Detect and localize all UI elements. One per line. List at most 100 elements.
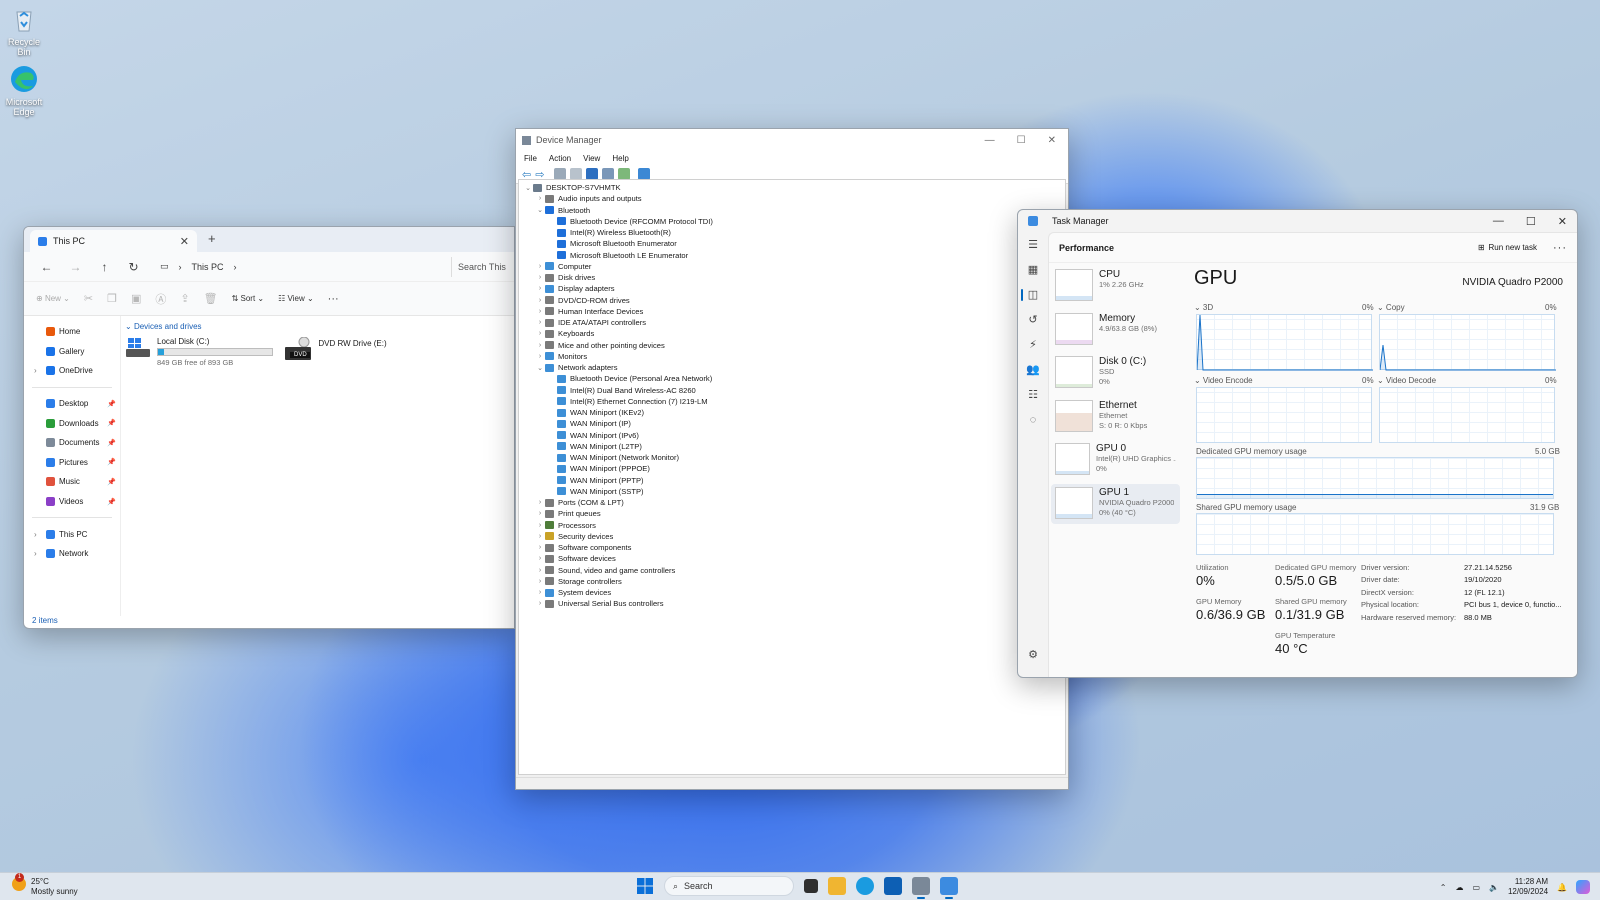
network-icon[interactable]: ▭ (1472, 883, 1480, 892)
minimize-icon[interactable]: — (985, 135, 995, 146)
task-manager-taskbar-icon[interactable] (940, 877, 958, 899)
chevron-down-icon[interactable]: ⌄ (535, 206, 545, 214)
breadcrumb-this-pc[interactable]: This PC (192, 262, 224, 272)
view-button[interactable]: ☷ View ⌄ (278, 294, 314, 303)
resource-item-ethernet[interactable]: Ethernet Ethernet S: 0 R: 0 Kbps (1051, 397, 1180, 437)
app-history-icon[interactable]: ↺ (1018, 307, 1048, 332)
chevron-right-icon[interactable]: › (535, 589, 545, 596)
device-category[interactable]: › System devices (519, 587, 1065, 598)
taskbar-search[interactable]: ⌕ Search (664, 876, 794, 896)
device-category[interactable]: ⌄ Network adapters (519, 362, 1065, 373)
device-item[interactable]: WAN Miniport (SSTP) (519, 486, 1065, 497)
sidebar-item-network[interactable]: › Network (24, 544, 120, 564)
more-options-button[interactable]: ··· (328, 293, 339, 305)
engine-label[interactable]: ⌄ Video Encode (1194, 376, 1253, 385)
chevron-right-icon[interactable]: › (535, 319, 545, 326)
back-arrow-icon[interactable]: ← (32, 260, 61, 274)
device-item[interactable]: Microsoft Bluetooth Enumerator (519, 238, 1065, 249)
chevron-right-icon[interactable]: › (535, 353, 545, 360)
new-tab-button[interactable]: + (208, 231, 216, 246)
resource-item-gpu-1[interactable]: GPU 1 NVIDIA Quadro P2000 0% (40 °C) (1051, 483, 1180, 524)
resource-item-disk-0-c-[interactable]: Disk 0 (C:) SSD 0% (1051, 353, 1180, 393)
engine-label[interactable]: ⌄ 3D (1194, 303, 1213, 312)
device-category[interactable]: › Human Interface Devices (519, 306, 1065, 317)
device-category[interactable]: › Computer (519, 261, 1065, 272)
sidebar-item-downloads[interactable]: Downloads 📌 (24, 413, 120, 433)
edge-taskbar-icon[interactable] (856, 877, 874, 895)
clock[interactable]: 11:28 AM 12/09/2024 (1508, 877, 1548, 897)
device-category[interactable]: › Audio inputs and outputs (519, 193, 1065, 204)
device-item[interactable]: WAN Miniport (IP) (519, 418, 1065, 429)
rename-icon[interactable]: Ⓐ (155, 291, 166, 307)
maximize-icon[interactable]: ☐ (1017, 135, 1026, 146)
new-button[interactable]: ⊕ New ⌄ (36, 294, 70, 303)
run-new-task-button[interactable]: ⊞ Run new task (1478, 243, 1537, 252)
chevron-right-icon[interactable]: › (535, 285, 545, 292)
menu-help[interactable]: Help (612, 154, 628, 163)
delete-icon[interactable]: 🗑 (204, 292, 218, 305)
menu-action[interactable]: Action (549, 154, 571, 163)
device-category[interactable]: › Ports (COM & LPT) (519, 497, 1065, 508)
group-header[interactable]: ⌄ Devices and drives (125, 322, 510, 331)
device-item[interactable]: WAN Miniport (IKEv2) (519, 407, 1065, 418)
forward-arrow-icon[interactable]: → (61, 260, 90, 274)
settings-icon[interactable]: ⚙ (1018, 642, 1048, 667)
device-item[interactable]: Intel(R) Ethernet Connection (7) I219-LM (519, 396, 1065, 407)
engine-label[interactable]: ⌄ Copy (1377, 303, 1405, 312)
weather-widget[interactable]: 1 25°C Mostly sunny (12, 873, 78, 897)
up-arrow-icon[interactable]: ↑ (90, 260, 119, 274)
device-item[interactable]: Intel(R) Wireless Bluetooth(R) (519, 227, 1065, 238)
device-item[interactable]: Bluetooth Device (Personal Area Network) (519, 373, 1065, 384)
device-item[interactable]: Microsoft Bluetooth LE Enumerator (519, 250, 1065, 261)
menu-file[interactable]: File (524, 154, 537, 163)
chevron-right-icon[interactable]: › (535, 578, 545, 585)
device-category[interactable]: › Print queues (519, 508, 1065, 519)
device-category[interactable]: › Security devices (519, 531, 1065, 542)
device-item[interactable]: WAN Miniport (PPTP) (519, 475, 1065, 486)
sidebar-item-documents[interactable]: Documents 📌 (24, 433, 120, 453)
resource-item-memory[interactable]: Memory 4.9/63.8 GB (8%) (1051, 310, 1180, 350)
device-manager-taskbar-icon[interactable] (912, 877, 930, 899)
device-item[interactable]: WAN Miniport (IPv6) (519, 430, 1065, 441)
chevron-up-icon[interactable]: ⌃ (1440, 883, 1447, 892)
close-icon[interactable]: ✕ (1048, 135, 1056, 146)
device-item[interactable]: WAN Miniport (L2TP) (519, 441, 1065, 452)
file-explorer-icon[interactable] (828, 877, 846, 895)
device-category[interactable]: ⌄ Bluetooth (519, 205, 1065, 216)
sidebar-item-gallery[interactable]: Gallery (24, 342, 120, 362)
device-category[interactable]: › Universal Serial Bus controllers (519, 598, 1065, 609)
chevron-right-icon[interactable]: › (535, 567, 545, 574)
chevron-right-icon[interactable]: › (535, 195, 545, 202)
search-input[interactable]: Search This PC (451, 256, 506, 277)
device-category[interactable]: › Keyboards (519, 328, 1065, 339)
engine-label[interactable]: ⌄ Video Decode (1377, 376, 1436, 385)
copilot-icon[interactable] (1576, 880, 1590, 894)
task-view-icon[interactable] (804, 879, 818, 893)
breadcrumb[interactable]: ▭ › This PC › (160, 261, 237, 272)
device-category[interactable]: › Display adapters (519, 283, 1065, 294)
sidebar-item-home[interactable]: Home (24, 322, 120, 342)
chevron-right-icon[interactable]: › (535, 600, 545, 607)
copy-icon[interactable]: ❐ (107, 292, 117, 305)
chevron-down-icon[interactable]: ⌄ (523, 184, 533, 192)
notification-bell-icon[interactable]: 🔔 (1557, 883, 1567, 892)
processes-icon[interactable]: ▦ (1018, 257, 1048, 282)
resource-item-cpu[interactable]: CPU 1% 2.26 GHz (1051, 266, 1180, 306)
computer-root[interactable]: ⌄ DESKTOP-S7VHMTK (519, 182, 1065, 193)
chevron-down-icon[interactable]: ⌄ (535, 364, 545, 372)
chevron-right-icon[interactable]: › (535, 522, 545, 529)
resource-item-gpu-0[interactable]: GPU 0 Intel(R) UHD Graphics ... 0% (1051, 440, 1180, 480)
cloud-icon[interactable]: ☁ (1455, 883, 1463, 892)
volume-icon[interactable]: 🔈 (1489, 883, 1499, 892)
device-category[interactable]: › Disk drives (519, 272, 1065, 283)
sidebar-item-videos[interactable]: Videos 📌 (24, 492, 120, 512)
minimize-icon[interactable]: — (1493, 215, 1504, 228)
device-category[interactable]: › Storage controllers (519, 576, 1065, 587)
device-category[interactable]: › Software devices (519, 553, 1065, 564)
sort-button[interactable]: ⇅ Sort ⌄ (232, 294, 265, 303)
users-icon[interactable]: 👥 (1018, 357, 1048, 382)
chevron-right-icon[interactable]: › (535, 263, 545, 270)
device-category[interactable]: › Mice and other pointing devices (519, 340, 1065, 351)
desktop-icon-recycle-bin[interactable]: Recycle Bin (2, 4, 46, 57)
sidebar-item-pictures[interactable]: Pictures 📌 (24, 453, 120, 473)
